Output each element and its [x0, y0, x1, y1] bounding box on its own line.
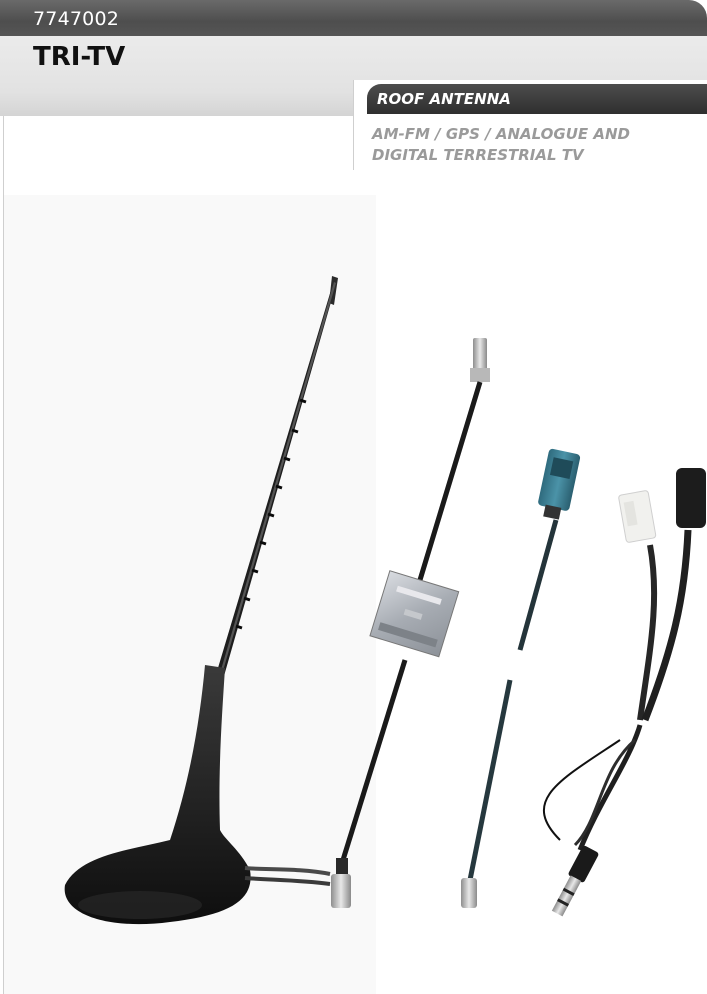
- product-photo: [4, 195, 706, 994]
- jack-cables: [542, 468, 706, 917]
- audio-jack: [551, 845, 599, 917]
- category-bar: ROOF ANTENNA: [367, 84, 707, 114]
- header-top-bar: 7747002: [0, 0, 707, 36]
- product-code: 7747002: [33, 8, 120, 30]
- category-label: ROOF ANTENNA: [377, 90, 511, 108]
- subtitle-line-2: DIGITAL TERRESTRIAL TV: [372, 146, 584, 164]
- product-title: TRI-TV: [33, 42, 126, 72]
- splitter-box: [369, 570, 460, 658]
- product-subtitle: AM-FM / GPS / ANALOGUE AND DIGITAL TERRE…: [372, 124, 702, 166]
- subtitle-line-1: AM-FM / GPS / ANALOGUE AND: [372, 125, 631, 143]
- blue-connector-cable: [461, 448, 581, 908]
- divider-line: [353, 80, 354, 170]
